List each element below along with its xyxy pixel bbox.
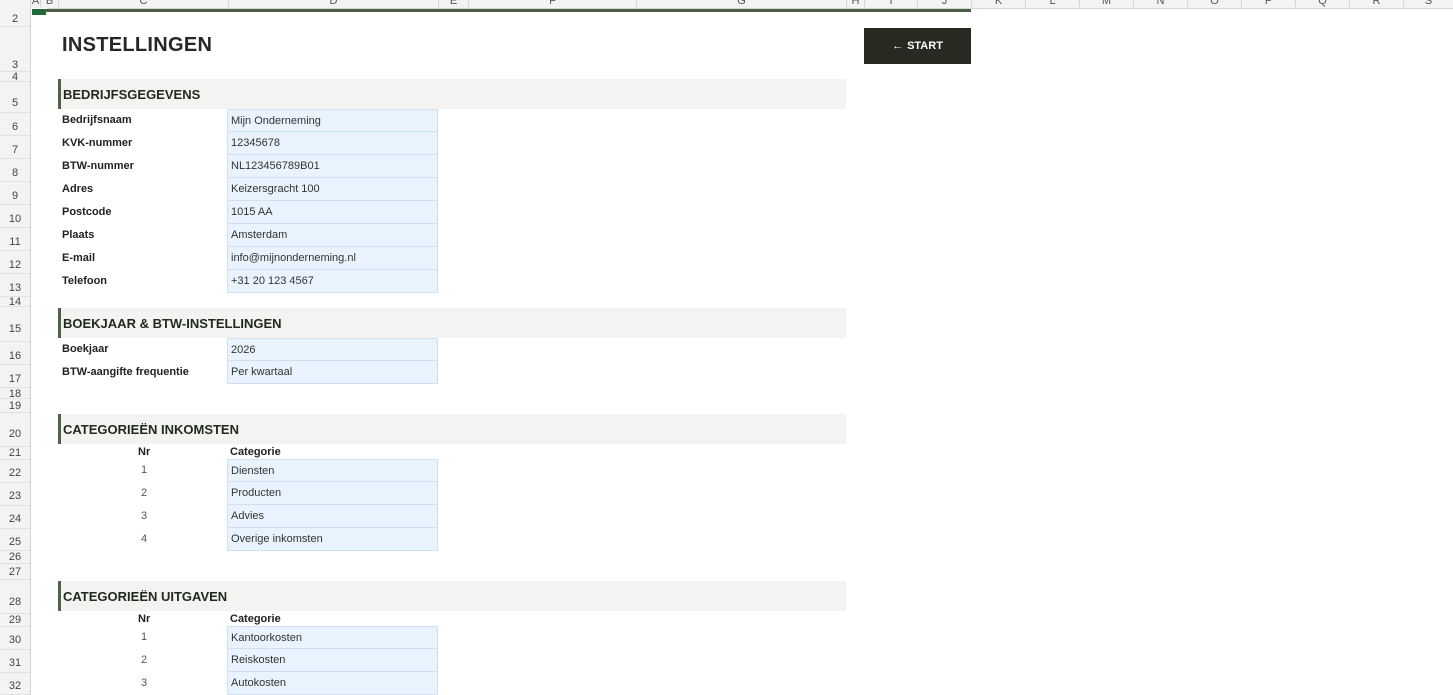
column-heading-categorie: Categorie — [230, 613, 281, 625]
row-header[interactable]: 15 — [0, 307, 30, 342]
city-field[interactable]: Amsterdam — [227, 224, 438, 247]
fiscal-year-field[interactable]: 2026 — [227, 338, 438, 361]
column-header[interactable]: F — [468, 0, 636, 7]
column-header[interactable]: O — [1187, 0, 1241, 7]
column-header[interactable]: E — [438, 0, 468, 7]
income-category-field[interactable]: Overige inkomsten — [227, 528, 438, 551]
address-field[interactable]: Keizersgracht 100 — [227, 178, 438, 201]
row-header[interactable]: 7 — [0, 136, 30, 159]
row-header[interactable]: 9 — [0, 182, 30, 205]
income-category-field[interactable]: Advies — [227, 505, 438, 528]
row-header[interactable]: 32 — [0, 673, 30, 695]
row-header[interactable]: 24 — [0, 506, 30, 529]
section-header-boekjaar: BOEKJAAR & BTW-INSTELLINGEN — [58, 308, 846, 338]
column-header[interactable]: K — [971, 0, 1025, 7]
start-button[interactable]: ← START — [864, 28, 971, 64]
row-header[interactable]: 28 — [0, 580, 30, 614]
column-header-bar: A B C D E F G H I J K L M N O P Q R S — [0, 0, 1453, 9]
row-header[interactable]: 4 — [0, 72, 30, 83]
section-header-inkomsten: CATEGORIEËN INKOMSTEN — [58, 414, 846, 444]
field-label: Adres — [62, 183, 94, 195]
column-heading-categorie: Categorie — [230, 446, 281, 458]
column-header[interactable]: N — [1133, 0, 1187, 7]
page-title: INSTELLINGEN — [62, 34, 213, 56]
row-header[interactable]: 18 — [0, 388, 30, 400]
column-header[interactable]: A — [30, 0, 40, 7]
kvk-field[interactable]: 12345678 — [227, 132, 438, 155]
row-header[interactable]: 30 — [0, 627, 30, 650]
row-header[interactable]: 23 — [0, 483, 30, 506]
row-header[interactable]: 6 — [0, 113, 30, 136]
arrow-left-icon: ← — [892, 40, 904, 52]
field-label: BTW-nummer — [62, 160, 134, 172]
row-number: 3 — [140, 510, 148, 522]
phone-field[interactable]: +31 20 123 4567 — [227, 270, 438, 293]
field-label: E-mail — [62, 252, 96, 264]
column-header[interactable]: L — [1025, 0, 1079, 7]
row-number: 3 — [140, 677, 148, 689]
income-category-field[interactable]: Diensten — [227, 459, 438, 482]
row-header[interactable]: 26 — [0, 551, 30, 564]
column-header[interactable]: B — [40, 0, 58, 7]
row-header[interactable]: 14 — [0, 297, 30, 308]
column-header[interactable]: Q — [1295, 0, 1349, 7]
row-header[interactable]: 31 — [0, 650, 30, 673]
row-header-bar: 2 3 4 5 6 7 8 9 10 11 12 13 14 15 16 17 … — [0, 8, 31, 695]
row-header[interactable]: 10 — [0, 205, 30, 228]
column-header[interactable]: H — [846, 0, 864, 7]
row-header[interactable]: 27 — [0, 564, 30, 580]
column-header[interactable]: D — [228, 0, 438, 7]
column-heading-nr: Nr — [138, 446, 151, 458]
row-header[interactable]: 5 — [0, 82, 30, 113]
field-label: Postcode — [62, 206, 112, 218]
vat-frequency-select[interactable]: Per kwartaal — [227, 361, 438, 384]
column-header[interactable]: S — [1403, 0, 1453, 7]
column-header[interactable]: R — [1349, 0, 1403, 7]
company-name-field[interactable]: Mijn Onderneming — [227, 109, 438, 132]
field-label: KVK-nummer — [62, 137, 133, 149]
row-number: 1 — [140, 631, 148, 643]
column-header[interactable]: M — [1079, 0, 1133, 7]
row-header[interactable]: 17 — [0, 365, 30, 388]
row-number: 1 — [140, 464, 148, 476]
column-header[interactable]: I — [864, 0, 917, 7]
row-header[interactable]: 29 — [0, 614, 30, 627]
row-header[interactable]: 3 — [0, 27, 30, 72]
row-header[interactable]: 13 — [0, 274, 30, 297]
expense-category-field[interactable]: Autokosten — [227, 672, 438, 695]
section-header-bedrijfsgegevens: BEDRIJFSGEGEVENS — [58, 79, 846, 109]
row-header[interactable]: 21 — [0, 447, 30, 460]
column-header[interactable]: C — [58, 0, 228, 7]
column-heading-nr: Nr — [138, 613, 151, 625]
field-label: Boekjaar — [62, 343, 109, 355]
column-header[interactable]: G — [636, 0, 846, 7]
row-header[interactable]: 11 — [0, 228, 30, 251]
field-label: BTW-aangifte frequentie — [62, 366, 189, 378]
vat-number-field[interactable]: NL123456789B01 — [227, 155, 438, 178]
field-label: Plaats — [62, 229, 95, 241]
field-label: Bedrijfsnaam — [62, 114, 132, 126]
field-label: Telefoon — [62, 275, 108, 287]
start-button-label: START — [907, 40, 943, 52]
row-header[interactable]: 2 — [0, 8, 30, 27]
row-header[interactable]: 20 — [0, 413, 30, 447]
column-header[interactable]: J — [917, 0, 971, 7]
row-header[interactable]: 25 — [0, 529, 30, 551]
accent-top-bar — [45, 9, 971, 12]
row-number: 4 — [140, 533, 148, 545]
income-category-field[interactable]: Producten — [227, 482, 438, 505]
expense-category-field[interactable]: Kantoorkosten — [227, 626, 438, 649]
row-header[interactable]: 19 — [0, 399, 30, 413]
row-header[interactable]: 8 — [0, 159, 30, 182]
row-header[interactable]: 12 — [0, 251, 30, 274]
section-header-uitgaven: CATEGORIEËN UITGAVEN — [58, 581, 846, 611]
email-field[interactable]: info@mijnonderneming.nl — [227, 247, 438, 270]
expense-category-field[interactable]: Reiskosten — [227, 649, 438, 672]
postcode-field[interactable]: 1015 AA — [227, 201, 438, 224]
row-number: 2 — [140, 487, 148, 499]
row-number: 2 — [140, 654, 148, 666]
row-header[interactable]: 22 — [0, 460, 30, 483]
row-header[interactable]: 16 — [0, 342, 30, 365]
column-header[interactable]: P — [1241, 0, 1295, 7]
